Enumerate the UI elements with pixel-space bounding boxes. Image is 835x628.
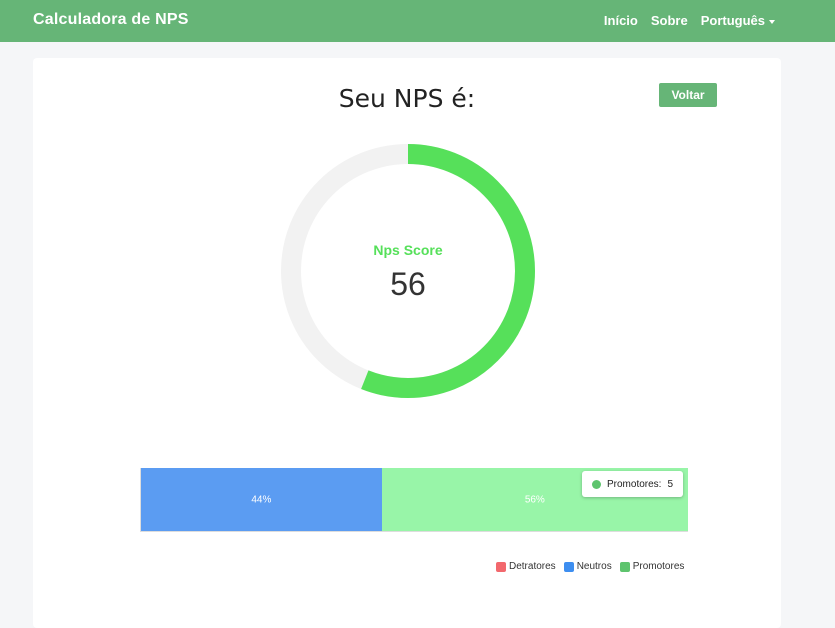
chart-tooltip: Promotores: 5 bbox=[582, 471, 684, 497]
tooltip-label: Promotores: bbox=[607, 478, 662, 490]
nav-links: Início Sobre Português bbox=[604, 13, 775, 28]
caret-down-icon bbox=[769, 19, 775, 24]
legend-item-detratores[interactable]: Detratores bbox=[496, 561, 556, 572]
language-dropdown[interactable]: Português bbox=[701, 13, 775, 28]
legend-swatch bbox=[619, 561, 630, 572]
language-label: Português bbox=[700, 13, 765, 28]
legend-label: Neutros bbox=[576, 561, 612, 572]
gauge-label: Nps Score bbox=[373, 242, 443, 258]
nav-link-inicio[interactable]: Início bbox=[604, 13, 638, 28]
result-card: Seu NPS é: Voltar Nps Score 56 44% 56% Pr… bbox=[33, 58, 781, 628]
bar-segment-label: 44% bbox=[251, 494, 272, 505]
tooltip-value: 5 bbox=[667, 478, 674, 490]
back-button[interactable]: Voltar bbox=[659, 83, 717, 107]
top-navbar: Calculadora de NPS Início Sobre Portuguê… bbox=[0, 0, 835, 42]
legend-item-neutros[interactable]: Neutros bbox=[563, 561, 612, 572]
nps-score-value: 56 bbox=[390, 266, 426, 302]
chart-legend: Detratores Neutros Promotores bbox=[496, 561, 684, 572]
nav-link-sobre[interactable]: Sobre bbox=[651, 13, 688, 28]
brand-title[interactable]: Calculadora de NPS bbox=[33, 11, 189, 29]
legend-label: Promotores bbox=[632, 561, 685, 572]
legend-label: Detratores bbox=[509, 561, 556, 572]
legend-item-promotores[interactable]: Promotores bbox=[619, 561, 685, 572]
legend-swatch bbox=[496, 561, 506, 572]
tooltip-color-dot bbox=[592, 479, 601, 489]
legend-swatch bbox=[563, 561, 574, 572]
bar-segment-neutros[interactable]: 44% bbox=[141, 468, 382, 531]
